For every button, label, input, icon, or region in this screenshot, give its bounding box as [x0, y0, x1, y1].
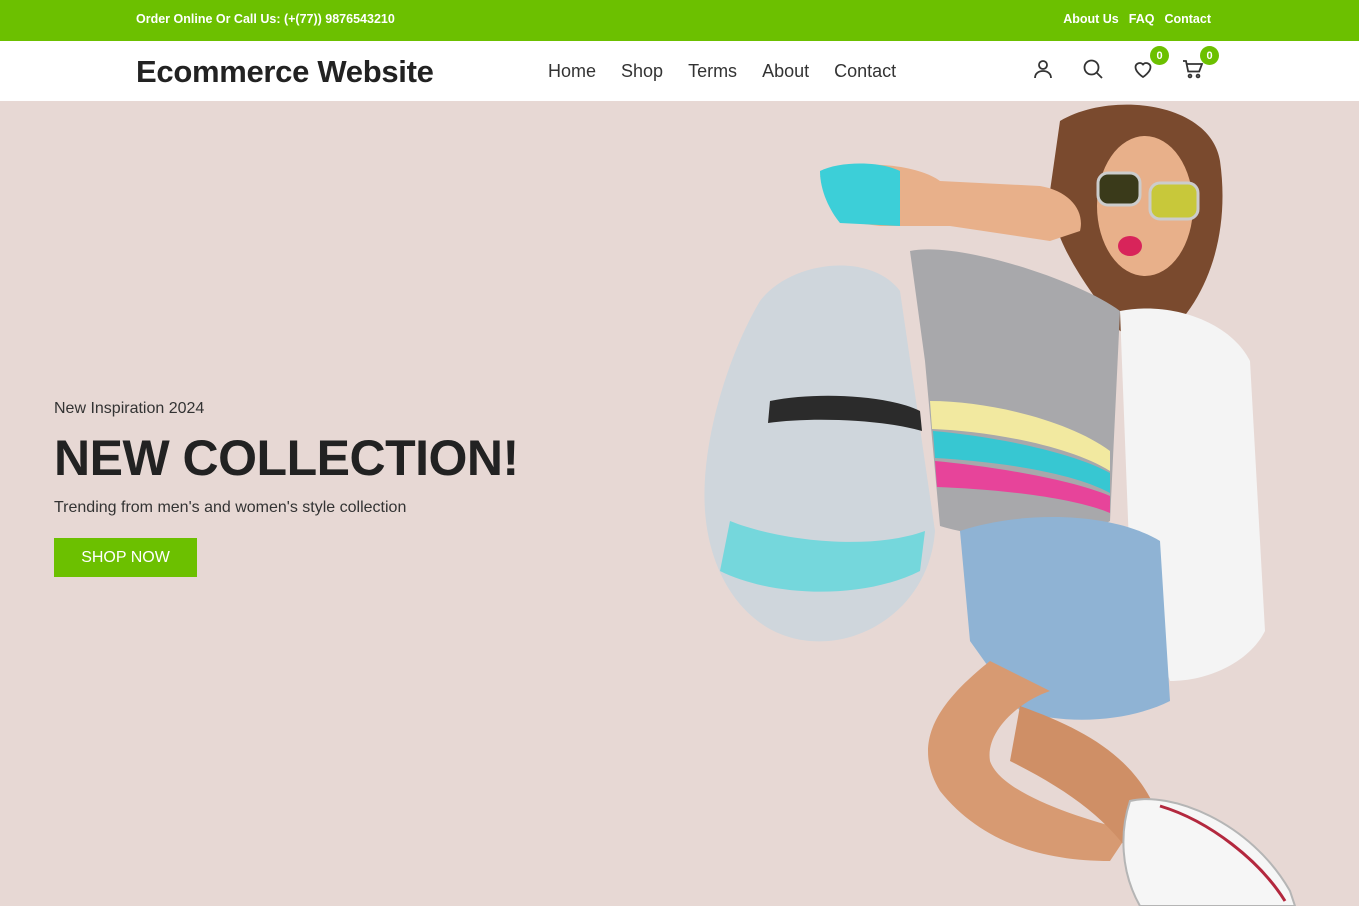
account-button[interactable] — [1030, 56, 1056, 82]
search-button[interactable] — [1080, 56, 1106, 82]
search-icon — [1083, 59, 1103, 79]
site-logo[interactable]: Ecommerce Website — [136, 54, 434, 90]
top-links: About Us FAQ Contact — [1063, 12, 1211, 26]
contact-info: Order Online Or Call Us: (+(77)) 9876543… — [136, 12, 395, 26]
nav-terms[interactable]: Terms — [688, 61, 737, 82]
shop-now-button[interactable]: SHOP NOW — [54, 538, 197, 577]
cart-count-badge: 0 — [1200, 46, 1219, 65]
hero-model-image — [704, 104, 1297, 906]
cart-button[interactable]: 0 — [1180, 46, 1219, 82]
user-icon — [1034, 60, 1052, 79]
nav-about[interactable]: About — [762, 61, 809, 82]
top-link-contact[interactable]: Contact — [1164, 12, 1211, 26]
nav-home[interactable]: Home — [548, 61, 596, 82]
hero-eyebrow: New Inspiration 2024 — [54, 400, 205, 417]
nav-contact[interactable]: Contact — [834, 61, 896, 82]
wishlist-button[interactable]: 0 — [1130, 46, 1169, 82]
nav-shop[interactable]: Shop — [621, 61, 663, 82]
top-link-faq[interactable]: FAQ — [1129, 12, 1155, 26]
top-bar: Order Online Or Call Us: (+(77)) 9876543… — [0, 0, 1359, 41]
hero-banner: New Inspiration 2024 NEW COLLECTION! Tre… — [0, 101, 1359, 906]
top-link-about-us[interactable]: About Us — [1063, 12, 1119, 26]
main-nav: Home Shop Terms About Contact — [548, 61, 896, 82]
wishlist-count-badge: 0 — [1150, 46, 1169, 65]
hero-headline: NEW COLLECTION! — [54, 430, 519, 486]
hero-subline: Trending from men's and women's style co… — [54, 499, 407, 516]
